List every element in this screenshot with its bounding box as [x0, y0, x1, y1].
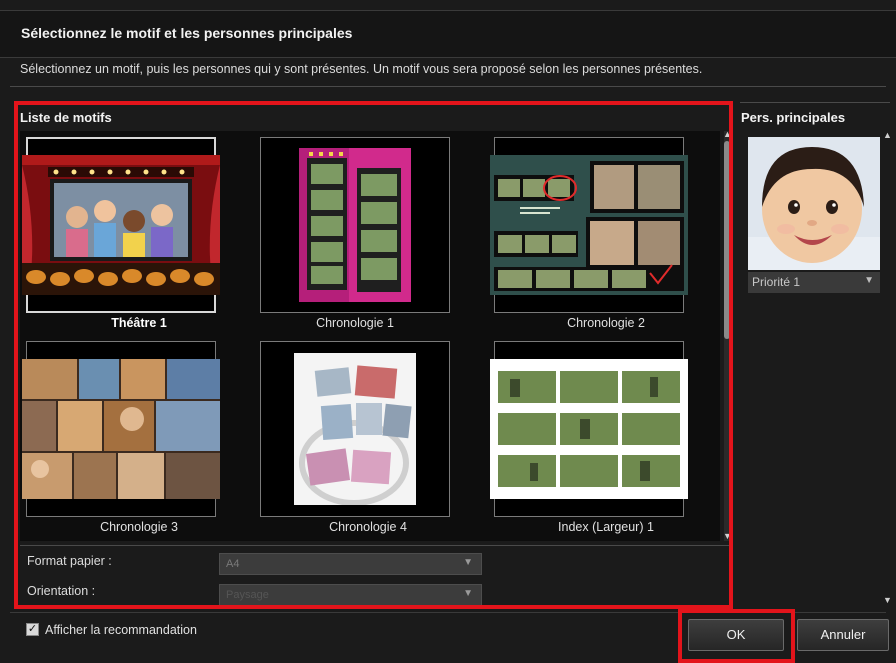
divider	[740, 102, 890, 103]
priority-value: Priorité 1	[752, 275, 801, 289]
checkmark-icon: ✓	[27, 623, 38, 635]
motif-selection-dialog: Sélectionnez le motif et les personnes p…	[0, 0, 896, 663]
persons-scrollbar[interactable]	[885, 137, 889, 603]
scroll-down-arrow-icon[interactable]: ▼	[883, 595, 892, 605]
scroll-up-arrow-icon[interactable]: ▲	[883, 130, 892, 140]
motif-list-highlight	[14, 101, 733, 609]
dialog-titlebar: Sélectionnez le motif et les personnes p…	[0, 10, 896, 58]
main-persons-title: Pers. principales	[741, 110, 846, 125]
main-person-photo[interactable]	[748, 137, 880, 270]
dialog-title: Sélectionnez le motif et les personnes p…	[21, 25, 353, 41]
show-recommendation-checkbox[interactable]: ✓	[26, 623, 39, 636]
priority-select[interactable]: Priorité 1 ▼	[748, 272, 880, 293]
chevron-down-icon: ▼	[864, 275, 874, 286]
show-recommendation-label[interactable]: Afficher la recommandation	[45, 623, 197, 637]
divider	[10, 86, 886, 87]
dialog-description: Sélectionnez un motif, puis les personne…	[20, 62, 703, 76]
ok-button[interactable]: OK	[688, 619, 784, 651]
cancel-button[interactable]: Annuler	[797, 619, 889, 651]
child-portrait-image	[748, 137, 880, 270]
